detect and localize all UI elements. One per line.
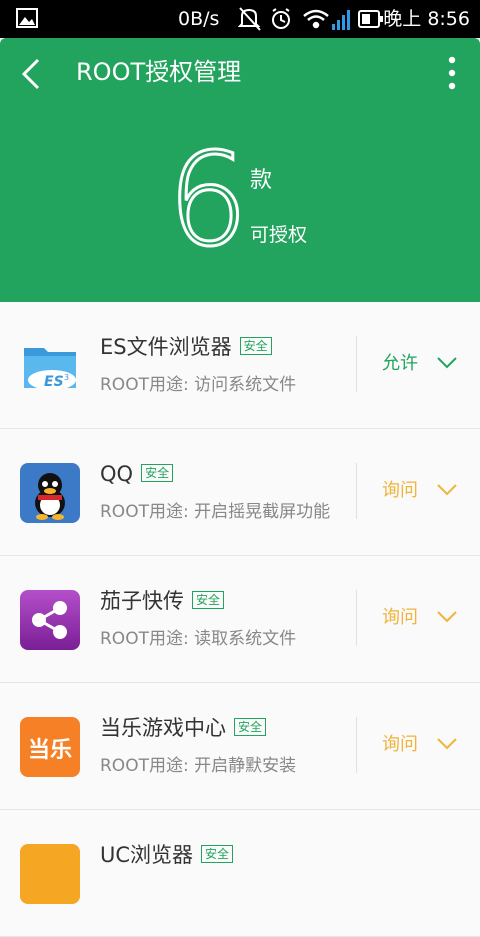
qq-icon (20, 463, 80, 523)
wifi-icon (303, 9, 329, 29)
list-item[interactable]: ES 3 ES文件浏览器 安全 ROOT用途: 访问系统文件 允许 (0, 302, 480, 429)
list-item[interactable]: QQ 安全 ROOT用途: 开启摇晃截屏功能 询问 (0, 429, 480, 556)
count-unit: 款 (250, 168, 273, 193)
alarm-icon (272, 8, 290, 29)
svg-text:当乐: 当乐 (28, 738, 72, 763)
divider (356, 463, 357, 519)
chevron-down-icon[interactable] (436, 737, 458, 751)
battery-icon (358, 10, 383, 28)
chevron-down-icon[interactable] (436, 356, 458, 370)
safe-badge: 安全 (201, 845, 234, 863)
permission-dropdown[interactable]: 询问 (382, 731, 418, 759)
dangle-logo-icon: 当乐 (20, 717, 80, 777)
app-root-usage: ROOT用途: 访问系统文件 (100, 375, 297, 395)
svg-text:3: 3 (64, 373, 69, 382)
permission-dropdown[interactable]: 询问 (382, 477, 418, 505)
permission-dropdown[interactable]: 询问 (382, 604, 418, 632)
safe-badge: 安全 (234, 718, 267, 736)
svg-text:6: 6 (168, 140, 248, 260)
safe-badge: 安全 (141, 464, 174, 482)
count-subtitle: 可授权 (250, 224, 308, 246)
svg-text:ES: ES (44, 374, 64, 390)
safe-badge: 安全 (239, 337, 272, 355)
uc-browser-icon (20, 844, 80, 904)
list-item[interactable]: 当乐 当乐游戏中心 安全 ROOT用途: 开启静默安装 询问 (0, 683, 480, 810)
divider (356, 590, 357, 646)
app-root-usage: ROOT用途: 开启静默安装 (100, 756, 297, 776)
list-item[interactable]: 茄子快传 安全 ROOT用途: 读取系统文件 询问 (0, 556, 480, 683)
authorized-count: 6 (168, 140, 248, 260)
app-root-usage: ROOT用途: 读取系统文件 (100, 629, 297, 649)
network-speed: 0B/s (178, 8, 220, 30)
app-list: ES 3 ES文件浏览器 安全 ROOT用途: 访问系统文件 允许 QQ 安全 RO… (0, 302, 480, 937)
status-bar: 0B/s 晚上 8:56 (0, 0, 480, 38)
list-item[interactable]: UC浏览器 安全 (0, 810, 480, 937)
es-file-explorer-icon: ES 3 (24, 348, 76, 390)
app-name: QQ 安全 (100, 459, 174, 489)
signal-icon (332, 10, 350, 30)
image-notification-icon (16, 8, 38, 28)
app-root-usage: ROOT用途: 开启摇晃截屏功能 (100, 502, 331, 522)
chevron-down-icon[interactable] (436, 483, 458, 497)
app-name: 茄子快传 安全 (100, 586, 225, 616)
clock: 晚上 8:56 (383, 8, 470, 30)
divider (356, 717, 357, 773)
app-name: ES文件浏览器 安全 (100, 332, 272, 362)
chevron-down-icon[interactable] (436, 610, 458, 624)
more-menu-icon[interactable] (448, 56, 456, 90)
share-icon (20, 590, 80, 650)
mute-icon (238, 7, 261, 31)
divider (356, 336, 357, 392)
app-name: 当乐游戏中心 安全 (100, 713, 267, 743)
safe-badge: 安全 (192, 591, 225, 609)
permission-dropdown[interactable]: 允许 (382, 350, 418, 378)
app-name: UC浏览器 安全 (100, 840, 234, 870)
status-icons (238, 7, 350, 31)
back-arrow-icon[interactable] (18, 56, 46, 92)
page-title: ROOT授权管理 (76, 58, 242, 86)
